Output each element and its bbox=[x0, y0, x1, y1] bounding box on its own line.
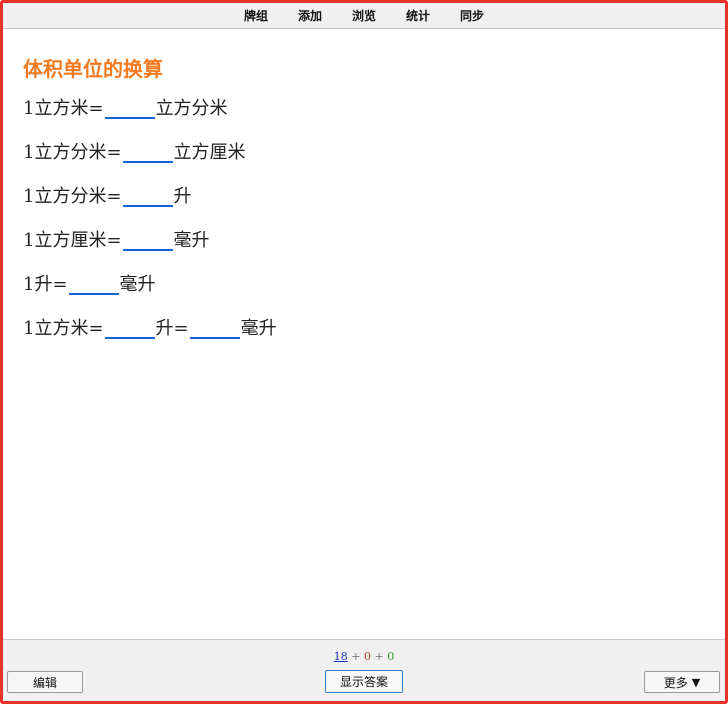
app-window: 牌组 添加 浏览 统计 同步 体积单位的换算 1立方米= 立方分米 1立方分米= 立方… bbox=[0, 0, 728, 704]
more-button-label: 更多 bbox=[663, 675, 688, 690]
menu-add[interactable]: 添加 bbox=[297, 7, 323, 24]
edit-button[interactable]: 编辑 bbox=[7, 671, 83, 693]
line-text: 1升= bbox=[23, 274, 68, 295]
line-text: 毫升 bbox=[119, 274, 156, 295]
line-text: 1立方分米= bbox=[23, 142, 122, 163]
answer-blank bbox=[122, 185, 173, 207]
question-line: 1升= 毫升 bbox=[23, 273, 705, 317]
show-answer-button[interactable]: 显示答案 bbox=[325, 670, 403, 693]
answer-blank bbox=[122, 229, 173, 251]
line-text: 1立方厘米= bbox=[23, 230, 122, 251]
top-menu-bar: 牌组 添加 浏览 统计 同步 bbox=[3, 3, 725, 29]
line-text: 升= bbox=[155, 318, 189, 339]
count-separator: + bbox=[374, 650, 384, 663]
answer-blank bbox=[104, 97, 155, 119]
question-line: 1立方分米= 升 bbox=[23, 185, 705, 229]
question-line: 1立方分米= 立方厘米 bbox=[23, 141, 705, 185]
line-text: 升 bbox=[173, 186, 192, 207]
question-lines: 1立方米= 立方分米 1立方分米= 立方厘米 1立方分米= 升 1立方厘米= 毫升 1升= 毫升 1… bbox=[23, 97, 705, 361]
card-title: 体积单位的换算 bbox=[23, 57, 163, 81]
answer-blank bbox=[122, 141, 173, 163]
menu-sync[interactable]: 同步 bbox=[459, 7, 485, 24]
menu-stats[interactable]: 统计 bbox=[405, 7, 431, 24]
line-text: 立方分米 bbox=[155, 98, 228, 119]
line-text: 毫升 bbox=[240, 318, 277, 339]
answer-blank bbox=[68, 273, 119, 295]
question-line: 1立方厘米= 毫升 bbox=[23, 229, 705, 273]
line-text: 1立方米= bbox=[23, 98, 104, 119]
line-text: 立方厘米 bbox=[173, 142, 246, 163]
question-line: 1立方米= 升= 毫升 bbox=[23, 317, 705, 361]
due-counts: 18 + 0 + 0 bbox=[3, 650, 725, 663]
bottom-bar: 18 + 0 + 0 编辑 显示答案 更多 ▼ bbox=[3, 639, 725, 701]
line-text: 1立方米= bbox=[23, 318, 104, 339]
menu-decks[interactable]: 牌组 bbox=[243, 7, 269, 24]
new-count[interactable]: 18 bbox=[334, 650, 348, 663]
answer-blank bbox=[189, 317, 240, 339]
count-separator: + bbox=[351, 650, 361, 663]
review-count: 0 bbox=[387, 650, 395, 663]
learning-count: 0 bbox=[364, 650, 371, 663]
menu-browse[interactable]: 浏览 bbox=[351, 7, 377, 24]
line-text: 1立方分米= bbox=[23, 186, 122, 207]
more-button[interactable]: 更多 ▼ bbox=[644, 671, 720, 693]
card-content: 体积单位的换算 1立方米= 立方分米 1立方分米= 立方厘米 1立方分米= 升 1立方厘米=… bbox=[23, 53, 705, 361]
question-line: 1立方米= 立方分米 bbox=[23, 97, 705, 141]
answer-blank bbox=[104, 317, 155, 339]
line-text: 毫升 bbox=[173, 230, 210, 251]
triangle-down-icon: ▼ bbox=[691, 675, 701, 689]
